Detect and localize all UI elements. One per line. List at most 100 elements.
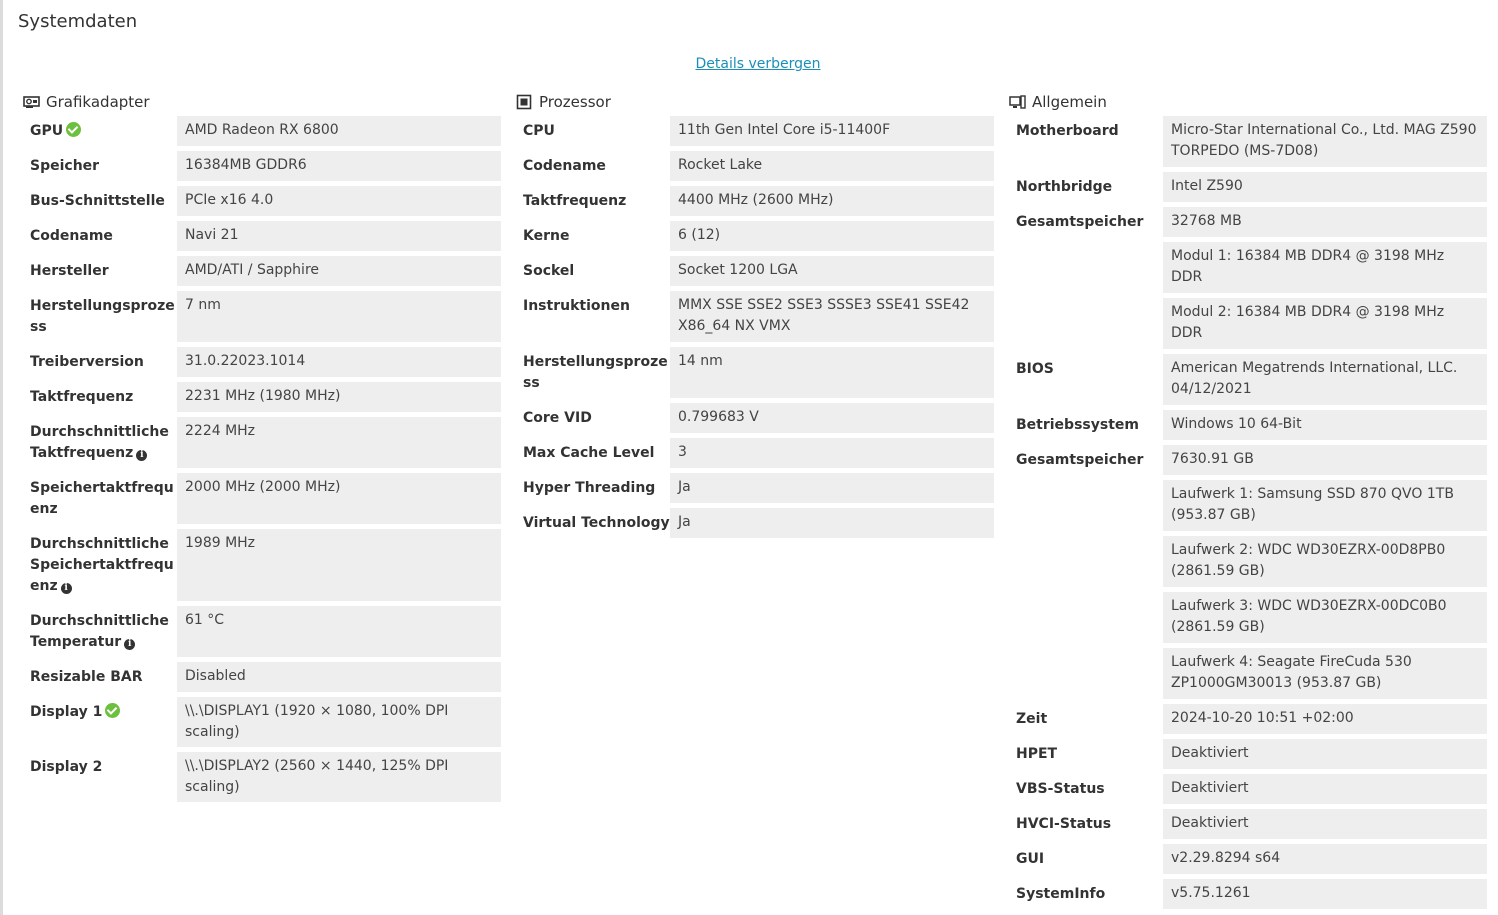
check-ok-icon bbox=[66, 122, 82, 137]
row-label: Hyper Threading bbox=[523, 480, 656, 496]
row-value: AMD Radeon RX 6800 bbox=[177, 116, 501, 146]
general-section-title: Allgemein bbox=[1032, 93, 1107, 111]
row-label: HVCI-Status bbox=[1016, 816, 1112, 832]
cpu-row-cores: Kerne 6 (12) bbox=[515, 221, 994, 251]
row-value: Navi 21 bbox=[177, 221, 501, 251]
cpu-row-clock: Taktfrequenz 4400 MHz (2600 MHz) bbox=[515, 186, 994, 216]
general-row-motherboard: Motherboard Micro-Star International Co.… bbox=[1008, 116, 1487, 167]
info-icon[interactable]: i bbox=[136, 450, 148, 461]
gpu-row-process: Herstellungsproze ss 7 nm bbox=[22, 291, 501, 342]
row-value: 14 nm bbox=[670, 347, 994, 398]
cpu-section: Prozessor CPU 11th Gen Intel Core i5-114… bbox=[515, 92, 994, 543]
row-value: 61 °C bbox=[177, 606, 501, 657]
row-value: \\.\DISPLAY2 (2560 × 1440, 125% DPI scal… bbox=[177, 752, 501, 802]
cpu-section-title: Prozessor bbox=[539, 93, 611, 111]
computer-icon bbox=[1008, 94, 1026, 110]
general-row-total-memory: Gesamtspeicher 32768 MB bbox=[1008, 207, 1487, 237]
row-value: Ja bbox=[670, 508, 994, 538]
row-value: 2000 MHz (2000 MHz) bbox=[177, 473, 501, 524]
general-row-systeminfo: SystemInfo v5.75.1261 bbox=[1008, 879, 1487, 909]
hide-details-link[interactable]: Details verbergen bbox=[0, 56, 1498, 72]
row-label: Northbridge bbox=[1016, 179, 1113, 195]
general-row-drive-4: Laufwerk 4: Seagate FireCuda 530 ZP1000G… bbox=[1008, 648, 1487, 699]
row-value: \\.\DISPLAY1 (1920 × 1080, 100% DPI scal… bbox=[177, 697, 501, 747]
row-value: Modul 1: 16384 MB DDR4 @ 3198 MHz DDR bbox=[1163, 242, 1487, 293]
gpu-section-title: Grafikadapter bbox=[46, 93, 150, 111]
cpu-section-heading: Prozessor bbox=[515, 92, 994, 112]
row-value: Deaktiviert bbox=[1163, 809, 1487, 839]
row-value: 7 nm bbox=[177, 291, 501, 342]
general-row-os: Betriebssystem Windows 10 64-Bit bbox=[1008, 410, 1487, 440]
row-label: Kerne bbox=[523, 228, 570, 244]
cpu-row-cpu: CPU 11th Gen Intel Core i5-11400F bbox=[515, 116, 994, 146]
row-value: 31.0.22023.1014 bbox=[177, 347, 501, 377]
gpu-row-gpu: GPU AMD Radeon RX 6800 bbox=[22, 116, 501, 146]
row-label bbox=[1008, 480, 1163, 531]
row-label: Speicher bbox=[30, 158, 100, 174]
gpu-row-avg-temp: Durchschnittliche Temperatur i 61 °C bbox=[22, 606, 501, 657]
row-value: 2231 MHz (1980 MHz) bbox=[177, 382, 501, 412]
gpu-row-codename: Codename Navi 21 bbox=[22, 221, 501, 251]
cpu-row-hyper-threading: Hyper Threading Ja bbox=[515, 473, 994, 503]
graphics-card-icon bbox=[22, 94, 40, 110]
row-label bbox=[1008, 592, 1163, 643]
gpu-row-clock: Taktfrequenz 2231 MHz (1980 MHz) bbox=[22, 382, 501, 412]
gpu-row-display-2: Display 2 \\.\DISPLAY2 (2560 × 1440, 125… bbox=[22, 752, 501, 802]
row-label: Codename bbox=[523, 158, 606, 174]
cpu-row-cache: Max Cache Level 3 bbox=[515, 438, 994, 468]
row-value: 0.799683 V bbox=[670, 403, 994, 433]
row-value: Rocket Lake bbox=[670, 151, 994, 181]
row-label: Core VID bbox=[523, 410, 592, 426]
gpu-row-bus: Bus-Schnittstelle PCIe x16 4.0 bbox=[22, 186, 501, 216]
general-section: Allgemein Motherboard Micro-Star Interna… bbox=[1008, 92, 1487, 914]
row-label: Gesamtspeicher bbox=[1016, 214, 1144, 230]
general-row-time: Zeit 2024-10-20 10:51 +02:00 bbox=[1008, 704, 1487, 734]
row-label: Codename bbox=[30, 228, 113, 244]
row-value: Intel Z590 bbox=[1163, 172, 1487, 202]
general-row-northbridge: Northbridge Intel Z590 bbox=[1008, 172, 1487, 202]
row-value: 7630.91 GB bbox=[1163, 445, 1487, 475]
row-label: Treiberversion bbox=[30, 354, 144, 370]
gpu-row-avg-mem-clock: Durchschnittliche Speichertaktfrequ enz i… bbox=[22, 529, 501, 601]
gpu-row-memory: Speicher 16384MB GDDR6 bbox=[22, 151, 501, 181]
gpu-row-vendor: Hersteller AMD/ATI / Sapphire bbox=[22, 256, 501, 286]
cpu-row-socket: Sockel Socket 1200 LGA bbox=[515, 256, 994, 286]
cpu-row-process: Herstellungsproze ss 14 nm bbox=[515, 347, 994, 398]
general-section-heading: Allgemein bbox=[1008, 92, 1487, 112]
row-value: Laufwerk 2: WDC WD30EZRX-00D8PB0 (2861.5… bbox=[1163, 536, 1487, 587]
row-label: Display 1 bbox=[22, 697, 177, 747]
general-row-drive-1: Laufwerk 1: Samsung SSD 870 QVO 1TB (953… bbox=[1008, 480, 1487, 531]
row-label: Motherboard bbox=[1016, 123, 1119, 139]
row-label: Durchschnittliche Speichertaktfrequ enz i bbox=[30, 536, 174, 594]
row-label: SystemInfo bbox=[1016, 886, 1106, 902]
general-row-bios: BIOS American Megatrends International, … bbox=[1008, 354, 1487, 405]
row-value: 3 bbox=[670, 438, 994, 468]
check-ok-icon bbox=[105, 703, 121, 718]
general-row-total-storage: Gesamtspeicher 7630.91 GB bbox=[1008, 445, 1487, 475]
general-row-module-2: Modul 2: 16384 MB DDR4 @ 3198 MHz DDR bbox=[1008, 298, 1487, 349]
general-row-vbs: VBS-Status Deaktiviert bbox=[1008, 774, 1487, 804]
row-value: Ja bbox=[670, 473, 994, 503]
row-value: 16384MB GDDR6 bbox=[177, 151, 501, 181]
gpu-row-resizable-bar: Resizable BAR Disabled bbox=[22, 662, 501, 692]
general-row-drive-3: Laufwerk 3: WDC WD30EZRX-00DC0B0 (2861.5… bbox=[1008, 592, 1487, 643]
row-value: Deaktiviert bbox=[1163, 774, 1487, 804]
row-value: 2024-10-20 10:51 +02:00 bbox=[1163, 704, 1487, 734]
general-row-hvci: HVCI-Status Deaktiviert bbox=[1008, 809, 1487, 839]
row-value: 1989 MHz bbox=[177, 529, 501, 601]
row-value: 6 (12) bbox=[670, 221, 994, 251]
row-value: 4400 MHz (2600 MHz) bbox=[670, 186, 994, 216]
row-label: Taktfrequenz bbox=[30, 389, 134, 405]
row-label: HPET bbox=[1016, 746, 1058, 762]
cpu-row-codename: Codename Rocket Lake bbox=[515, 151, 994, 181]
row-value: MMX SSE SSE2 SSE3 SSSE3 SSE41 SSE42 X86_… bbox=[670, 291, 994, 342]
row-value: Micro-Star International Co., Ltd. MAG Z… bbox=[1163, 116, 1487, 167]
row-label: Herstellungsproze ss bbox=[523, 354, 668, 391]
row-value: Windows 10 64-Bit bbox=[1163, 410, 1487, 440]
info-icon[interactable]: i bbox=[60, 583, 72, 594]
row-label: Resizable BAR bbox=[30, 669, 143, 685]
general-row-module-1: Modul 1: 16384 MB DDR4 @ 3198 MHz DDR bbox=[1008, 242, 1487, 293]
cpu-row-instructions: Instruktionen MMX SSE SSE2 SSE3 SSSE3 SS… bbox=[515, 291, 994, 342]
row-label: GUI bbox=[1016, 851, 1045, 867]
info-icon[interactable]: i bbox=[124, 639, 136, 650]
